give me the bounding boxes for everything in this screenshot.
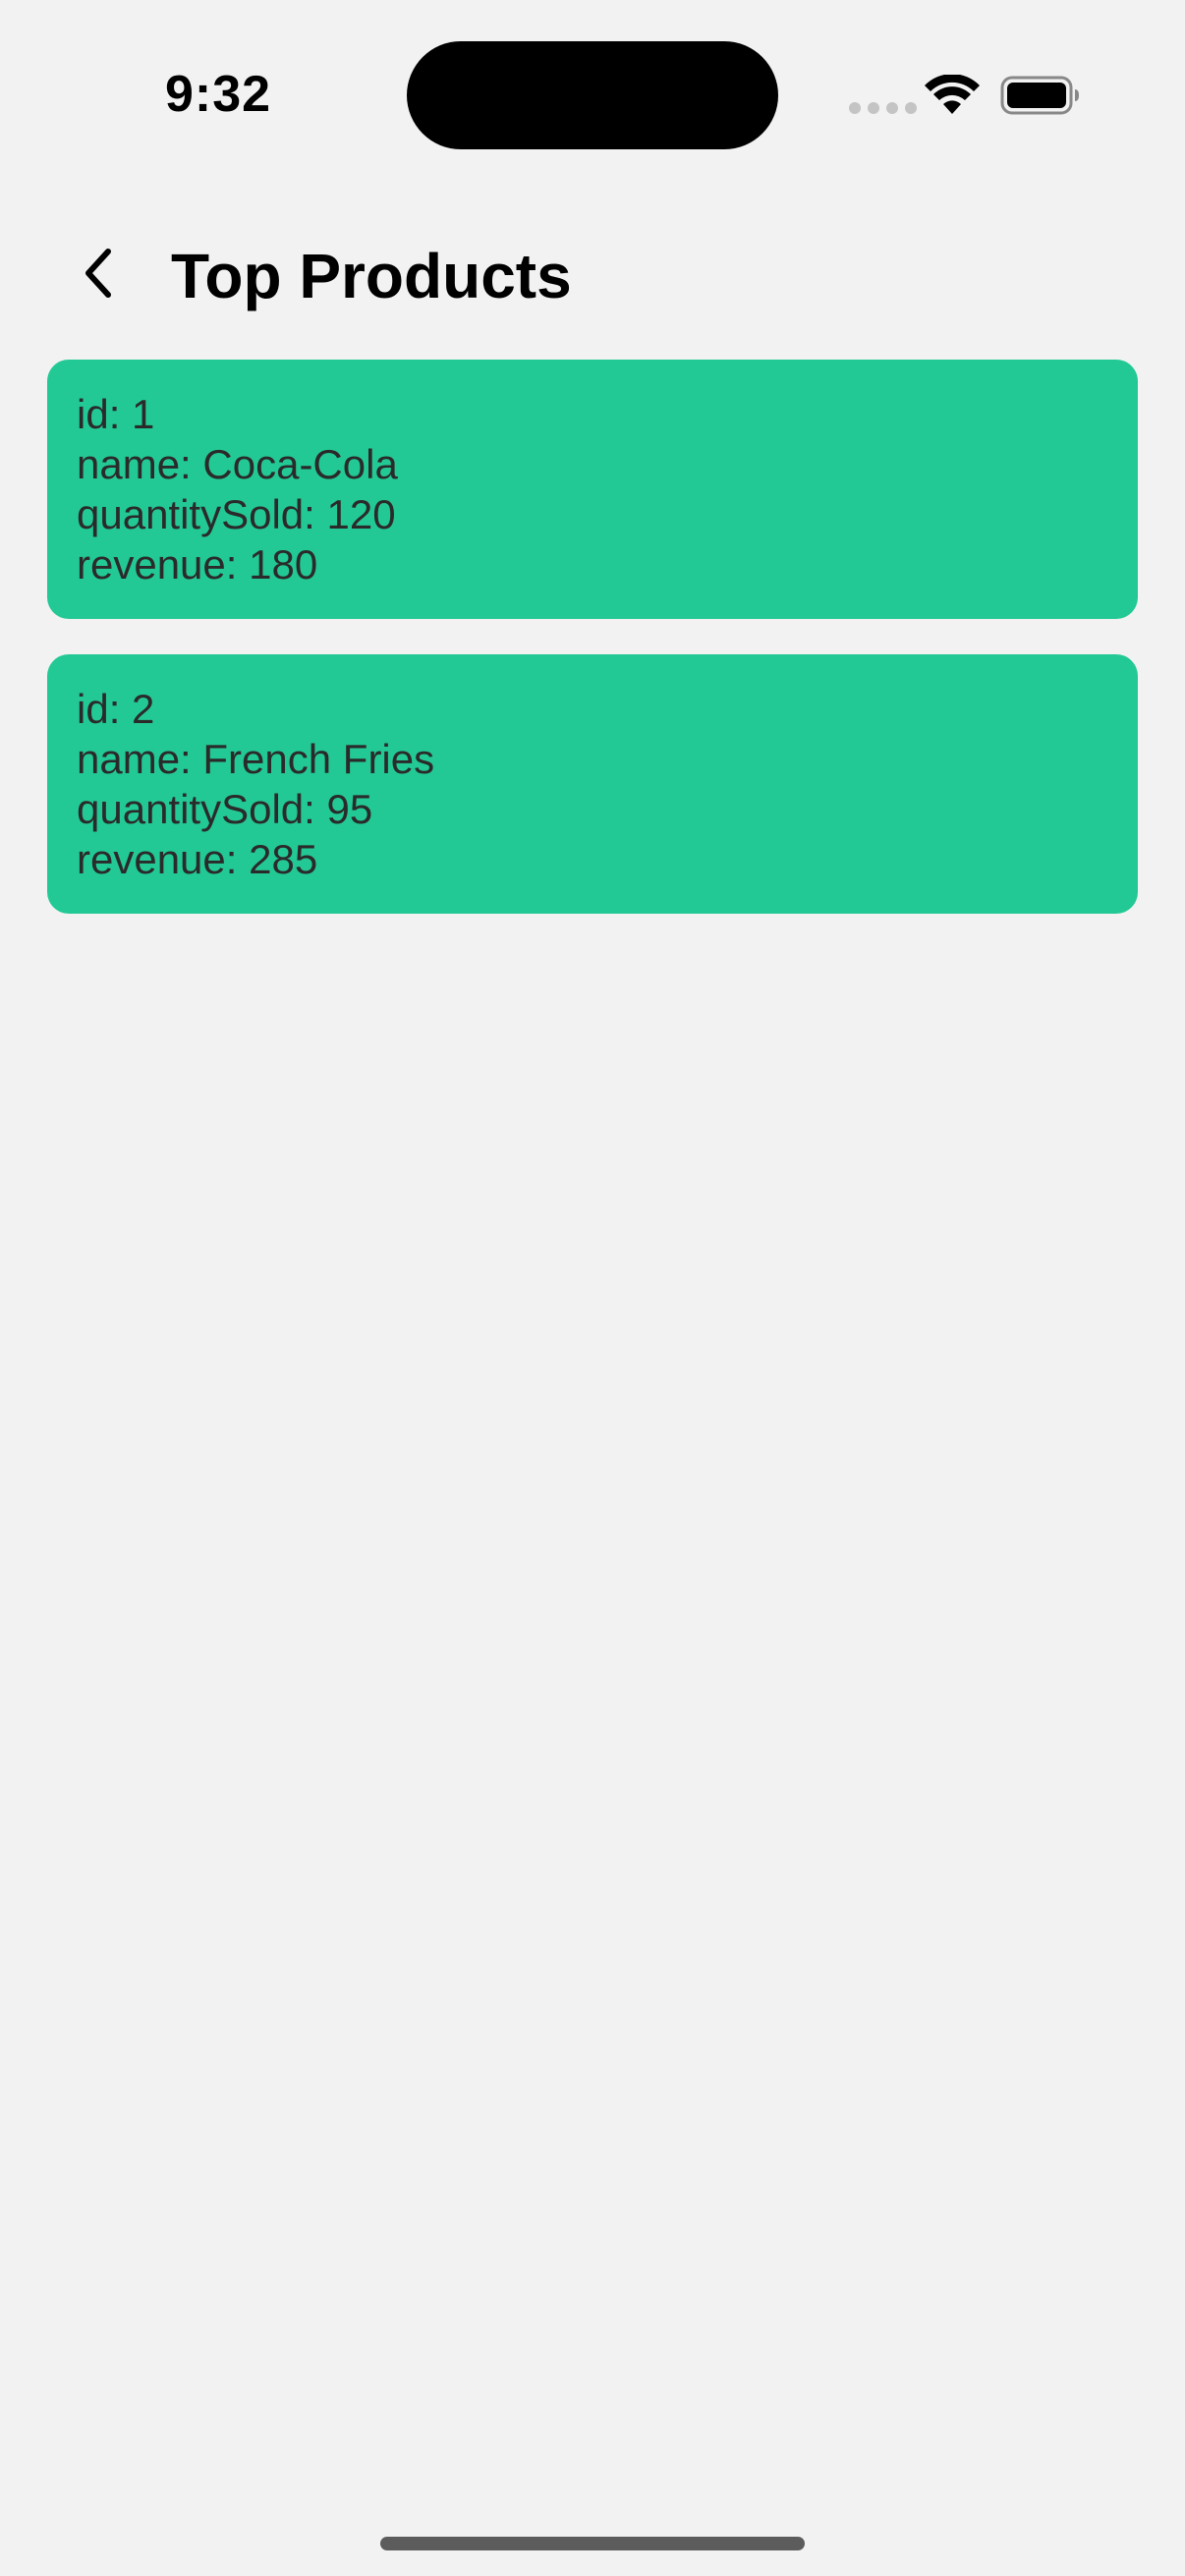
cellular-signal-icon [849,102,917,114]
page-title: Top Products [171,241,572,311]
status-time: 9:32 [165,66,272,123]
status-bar: 9:32 [0,0,1185,187]
product-quantity-sold: quantitySold: 120 [77,491,396,537]
product-quantity-sold: quantitySold: 95 [77,786,373,832]
product-name: name: Coca-Cola [77,441,398,487]
navigation-header: Top Products [0,226,1185,324]
home-indicator[interactable] [380,2537,805,2550]
product-card[interactable]: id: 2 name: French Fries quantitySold: 9… [47,654,1138,914]
product-card[interactable]: id: 1 name: Coca-Cola quantitySold: 120 … [47,360,1138,619]
back-button[interactable] [59,234,138,312]
product-id: id: 1 [77,391,155,437]
product-list: id: 1 name: Coca-Cola quantitySold: 120 … [47,360,1138,949]
chevron-left-icon [85,249,111,298]
battery-icon [1000,76,1079,115]
product-revenue: revenue: 285 [77,836,318,882]
dynamic-island [407,41,778,149]
product-revenue: revenue: 180 [77,541,318,588]
product-id: id: 2 [77,686,155,732]
wifi-icon [925,75,980,114]
product-name: name: French Fries [77,736,435,782]
